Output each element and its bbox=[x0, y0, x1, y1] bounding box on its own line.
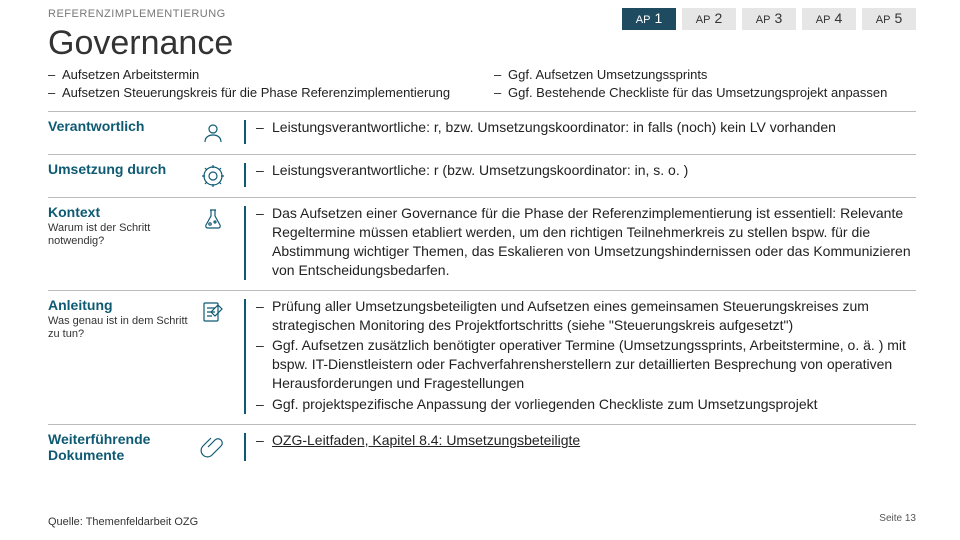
section-label: Anleitung bbox=[48, 297, 200, 313]
flask-icon bbox=[200, 204, 244, 282]
section-dokumente: Weiterführende Dokumente OZG-Leitfaden, … bbox=[48, 424, 916, 471]
list-item: Ggf. Aufsetzen zusätzlich benötigter ope… bbox=[256, 336, 916, 393]
list-item: Aufsetzen Arbeitstermin bbox=[48, 66, 470, 84]
divider bbox=[244, 433, 246, 461]
divider bbox=[244, 299, 246, 414]
tab-bar: AP 1 AP 2 AP 3 AP 4 AP 5 bbox=[622, 8, 916, 30]
section-label: Kontext bbox=[48, 204, 200, 220]
tab-ap3[interactable]: AP 3 bbox=[742, 8, 796, 30]
list-item: Ggf. Aufsetzen Umsetzungssprints bbox=[494, 66, 916, 84]
list-item: Das Aufsetzen einer Governance für die P… bbox=[256, 204, 916, 280]
list-item: Leistungsverantwortliche: r, bzw. Umsetz… bbox=[256, 118, 916, 137]
tab-ap1[interactable]: AP 1 bbox=[622, 8, 676, 30]
intro-bullets-right: Ggf. Aufsetzen Umsetzungssprints Ggf. Be… bbox=[494, 66, 916, 101]
section-sublabel: Was genau ist in dem Schritt zu tun? bbox=[48, 315, 200, 341]
page-label: Seite bbox=[879, 513, 902, 524]
tab-prefix: AP bbox=[696, 14, 711, 26]
tab-ap4[interactable]: AP 4 bbox=[802, 8, 856, 30]
footer-source: Quelle: Themenfeldarbeit OZG bbox=[48, 516, 198, 528]
section-sublabel: Warum ist der Schritt notwendig? bbox=[48, 222, 200, 248]
tab-ap5[interactable]: AP 5 bbox=[862, 8, 916, 30]
intro-bullets: Aufsetzen Arbeitstermin Aufsetzen Steuer… bbox=[48, 66, 916, 101]
tab-prefix: AP bbox=[636, 14, 651, 26]
list-item: Prüfung aller Umsetzungsbeteiligten und … bbox=[256, 297, 916, 335]
section-umsetzung: Umsetzung durch Leistungsverantwortliche… bbox=[48, 154, 916, 197]
divider bbox=[244, 163, 246, 187]
document-link[interactable]: OZG-Leitfaden, Kapitel 8.4: Umsetzungsbe… bbox=[272, 432, 580, 448]
section-anleitung: Anleitung Was genau ist in dem Schritt z… bbox=[48, 290, 916, 424]
tab-prefix: AP bbox=[756, 14, 771, 26]
section-kontext: Kontext Warum ist der Schritt notwendig?… bbox=[48, 197, 916, 290]
list-item: Aufsetzen Steuerungskreis für die Phase … bbox=[48, 84, 470, 102]
tab-number: 5 bbox=[894, 10, 902, 26]
tab-number: 3 bbox=[774, 10, 782, 26]
divider bbox=[244, 120, 246, 144]
footer-page: Seite 13 bbox=[879, 513, 916, 524]
section-label: Umsetzung durch bbox=[48, 161, 200, 177]
divider bbox=[244, 206, 246, 280]
person-icon bbox=[200, 118, 244, 146]
page-number: 13 bbox=[905, 513, 916, 524]
list-item: Ggf. projektspezifische Anpassung der vo… bbox=[256, 395, 916, 414]
list-item: Leistungsverantwortliche: r (bzw. Umsetz… bbox=[256, 161, 916, 180]
tab-ap2[interactable]: AP 2 bbox=[682, 8, 736, 30]
super-title: REFERENZIMPLEMENTIERUNG bbox=[48, 8, 224, 20]
checklist-icon bbox=[200, 297, 244, 416]
tab-prefix: AP bbox=[816, 14, 831, 26]
tab-number: 2 bbox=[714, 10, 722, 26]
section-label: Weiterführende Dokumente bbox=[48, 431, 200, 463]
page-title: Governance bbox=[48, 24, 233, 63]
tab-number: 4 bbox=[834, 10, 842, 26]
tab-number: 1 bbox=[654, 10, 662, 26]
gear-icon bbox=[200, 161, 244, 189]
tab-prefix: AP bbox=[876, 14, 891, 26]
section-label: Verantwortlich bbox=[48, 118, 200, 134]
section-verantwortlich: Verantwortlich Leistungsverantwortliche:… bbox=[48, 111, 916, 154]
intro-bullets-left: Aufsetzen Arbeitstermin Aufsetzen Steuer… bbox=[48, 66, 470, 101]
list-item: Ggf. Bestehende Checkliste für das Umset… bbox=[494, 84, 916, 102]
list-item: OZG-Leitfaden, Kapitel 8.4: Umsetzungsbe… bbox=[256, 431, 916, 450]
paperclip-icon bbox=[200, 431, 244, 463]
